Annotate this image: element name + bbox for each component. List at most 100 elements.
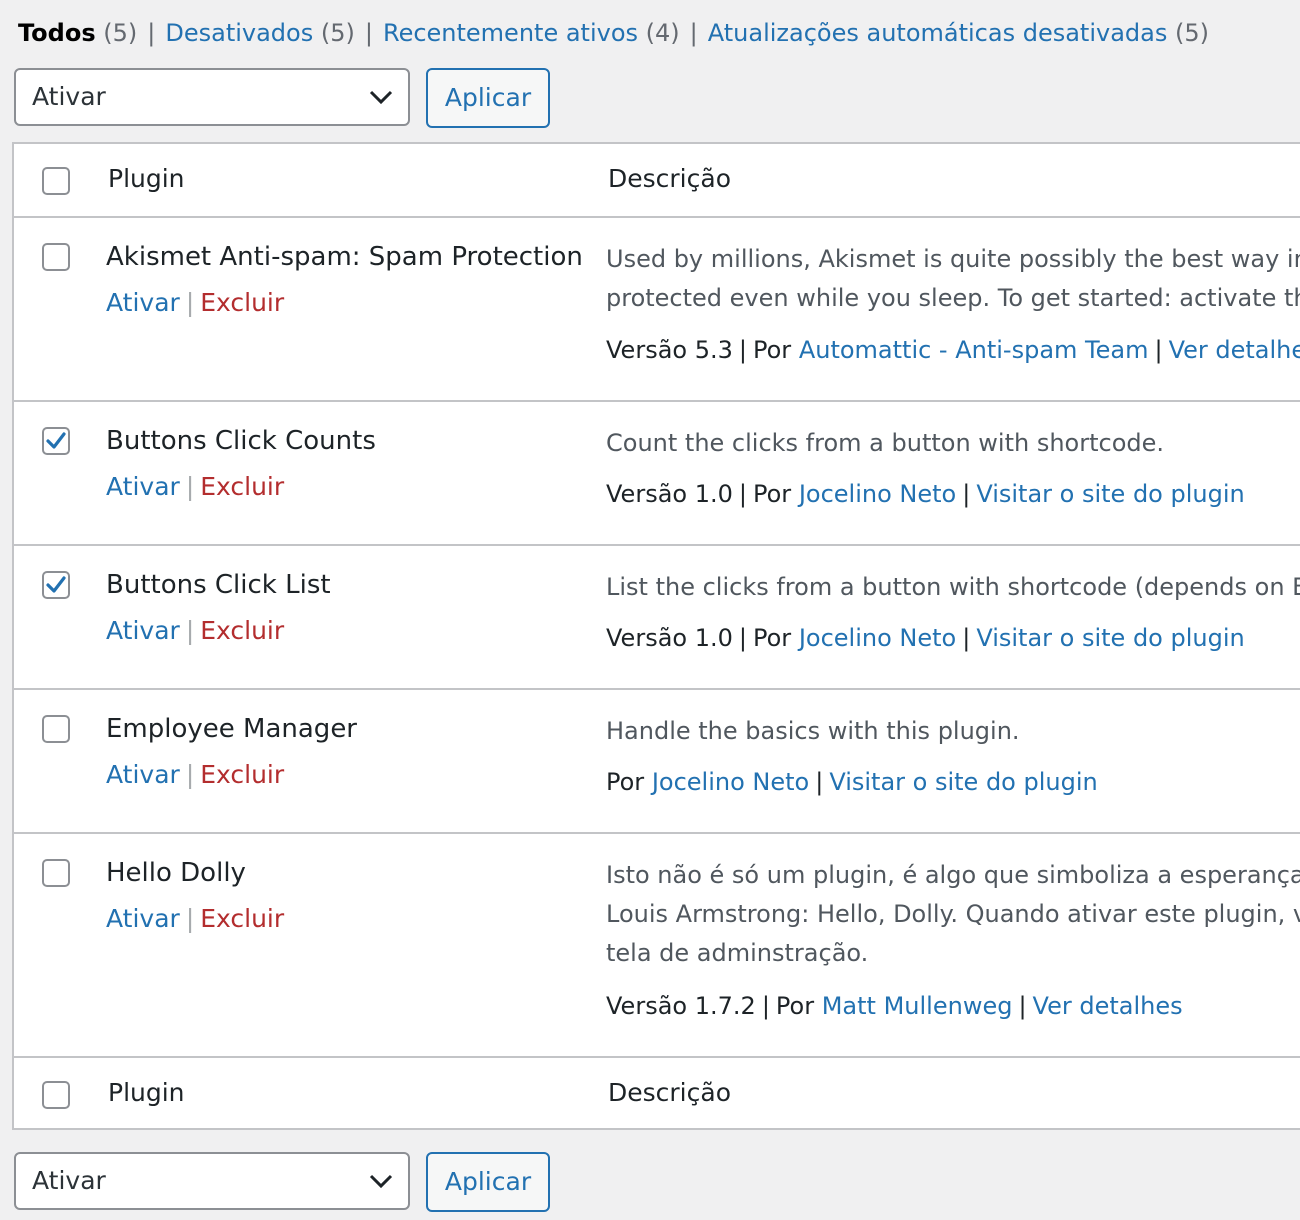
author-link[interactable]: Jocelino Neto	[652, 768, 809, 796]
filter-inactive[interactable]: Desativados	[165, 19, 313, 47]
plugin-description: Count the clicks from a button with shor…	[606, 424, 1164, 463]
filter-separator: |	[689, 19, 698, 47]
checkmark-icon	[46, 576, 66, 593]
table-row: Buttons Click List Ativar | Excluir List t…	[14, 546, 1300, 690]
plugin-name: Buttons Click Counts	[106, 426, 376, 456]
plugin-meta: Versão 1.0 | Por Jocelino Neto | Visitar o s…	[606, 480, 1245, 508]
column-header-plugin[interactable]: Plugin	[108, 164, 185, 193]
version-label: Versão	[606, 624, 688, 652]
column-header-description: Descrição	[608, 164, 731, 193]
delete-link[interactable]: Excluir	[200, 904, 284, 933]
plugin-meta: Versão 1.0 | Por Jocelino Neto | Visitar o s…	[606, 624, 1245, 652]
column-footer-plugin[interactable]: Plugin	[108, 1078, 185, 1107]
plugin-meta: Versão 1.7.2 | Por Matt Mullenweg | Ver deta…	[606, 992, 1183, 1020]
select-all-checkbox-footer[interactable]	[42, 1081, 70, 1109]
description-line: Louis Armstrong: Hello, Dolly. Quando at…	[606, 900, 1300, 928]
plugin-description: Isto não é só um plugin, é algo que simb…	[606, 856, 1300, 973]
description-line: Count the clicks from a button with shor…	[606, 429, 1165, 457]
table-row: Akismet Anti-spam: Spam Protection Ativa…	[14, 218, 1300, 402]
version-label: Versão	[606, 336, 688, 364]
version-number: 5.3	[694, 336, 733, 364]
select-all-checkbox[interactable]	[42, 167, 70, 195]
description-line: tela de adminstração.	[606, 939, 869, 967]
row-actions: Ativar | Excluir	[106, 472, 285, 501]
details-link[interactable]: Ver detalhes	[1033, 992, 1183, 1020]
version-label: Versão	[606, 992, 688, 1020]
filter-auto-updates-disabled[interactable]: Atualizações automáticas desativadas	[708, 19, 1168, 47]
filter-recently-active-count: (4)	[645, 19, 680, 47]
author-link[interactable]: Matt Mullenweg	[822, 992, 1013, 1020]
description-line: Used by millions, Akismet is quite possi…	[606, 245, 1300, 273]
plugin-name: Buttons Click List	[106, 570, 331, 600]
version-number: 1.0	[694, 480, 733, 508]
plugin-name: Employee Manager	[106, 714, 357, 744]
apply-button-bottom[interactable]: Aplicar	[426, 1152, 550, 1212]
plugin-name: Hello Dolly	[106, 858, 246, 888]
row-checkbox[interactable]	[42, 571, 70, 599]
row-checkbox[interactable]	[42, 859, 70, 887]
plugin-site-link[interactable]: Visitar o site do plugin	[976, 480, 1244, 508]
version-number: 1.7.2	[694, 992, 756, 1020]
apply-button[interactable]: Aplicar	[426, 68, 550, 128]
bulk-action-selected-value: Ativar	[32, 1166, 106, 1195]
row-actions: Ativar | Excluir	[106, 288, 285, 317]
delete-link[interactable]: Excluir	[200, 760, 284, 789]
filter-all[interactable]: Todos (5)	[18, 19, 137, 47]
column-footer-description: Descrição	[608, 1078, 731, 1107]
table-row: Buttons Click Counts Ativar | Excluir Coun…	[14, 402, 1300, 546]
author-link[interactable]: Automattic - Anti-spam Team	[799, 336, 1149, 364]
row-actions: Ativar | Excluir	[106, 904, 285, 933]
plugin-description: List the clicks from a button with short…	[606, 568, 1300, 607]
plugin-meta: Versão 5.3 | Por Automattic - Anti-spam Te…	[606, 336, 1300, 364]
row-actions: Ativar | Excluir	[106, 760, 285, 789]
description-line: Handle the basics with this plugin.	[606, 717, 1020, 745]
description-line: protected even while you sleep. To get s…	[606, 284, 1300, 312]
by-label: Por	[753, 480, 792, 508]
filter-separator: |	[147, 19, 156, 47]
delete-link[interactable]: Excluir	[200, 616, 284, 645]
chevron-down-icon	[369, 1174, 393, 1189]
delete-link[interactable]: Excluir	[200, 288, 284, 317]
bulk-action-select[interactable]: Ativar	[14, 68, 410, 126]
table-footer: Plugin Descrição	[14, 1058, 1300, 1130]
filter-separator: |	[364, 19, 373, 47]
activate-link[interactable]: Ativar	[106, 760, 180, 789]
by-label: Por	[775, 992, 815, 1020]
bulk-action-select-bottom[interactable]: Ativar	[14, 1152, 410, 1210]
description-line: List the clicks from a button with short…	[606, 573, 1300, 601]
table-row: Employee Manager Ativar | Excluir Handle t…	[14, 690, 1300, 834]
by-label: Por	[753, 336, 792, 364]
plugin-description: Used by millions, Akismet is quite possi…	[606, 240, 1300, 318]
plugin-site-link[interactable]: Visitar o site do plugin	[829, 768, 1097, 796]
plugin-name: Akismet Anti-spam: Spam Protection	[106, 242, 583, 272]
activate-link[interactable]: Ativar	[106, 904, 180, 933]
table-header: Plugin Descrição	[14, 144, 1300, 218]
checkmark-icon	[46, 432, 66, 449]
row-checkbox[interactable]	[42, 715, 70, 743]
row-checkbox[interactable]	[42, 243, 70, 271]
table-row: Hello Dolly Ativar | Excluir Isto não é só…	[14, 834, 1300, 1058]
filter-recently-active[interactable]: Recentemente ativos	[383, 19, 638, 47]
row-checkbox[interactable]	[42, 427, 70, 455]
activate-link[interactable]: Ativar	[106, 288, 180, 317]
row-actions: Ativar | Excluir	[106, 616, 285, 645]
by-label: Por	[753, 624, 792, 652]
author-link[interactable]: Jocelino Neto	[799, 624, 956, 652]
by-label: Por	[606, 768, 645, 796]
description-line: Isto não é só um plugin, é algo que simb…	[606, 861, 1300, 889]
version-number: 1.0	[694, 624, 733, 652]
bulk-action-selected-value: Ativar	[32, 82, 106, 111]
author-link[interactable]: Jocelino Neto	[799, 480, 956, 508]
plugins-table: Plugin Descrição Akismet Anti-spam: Spam…	[12, 142, 1300, 1130]
version-label: Versão	[606, 480, 688, 508]
activate-link[interactable]: Ativar	[106, 472, 180, 501]
chevron-down-icon	[369, 90, 393, 105]
plugin-description: Handle the basics with this plugin.	[606, 712, 1020, 751]
activate-link[interactable]: Ativar	[106, 616, 180, 645]
plugin-meta: Por Jocelino Neto | Visitar o site do plug…	[606, 768, 1098, 796]
delete-link[interactable]: Excluir	[200, 472, 284, 501]
details-link[interactable]: Ver detalhes	[1169, 336, 1300, 364]
filter-auto-updates-disabled-count: (5)	[1175, 19, 1209, 47]
plugin-site-link[interactable]: Visitar o site do plugin	[976, 624, 1244, 652]
status-filter-links: Todos (5) | Desativados (5) | Recentemente a…	[18, 16, 1209, 50]
